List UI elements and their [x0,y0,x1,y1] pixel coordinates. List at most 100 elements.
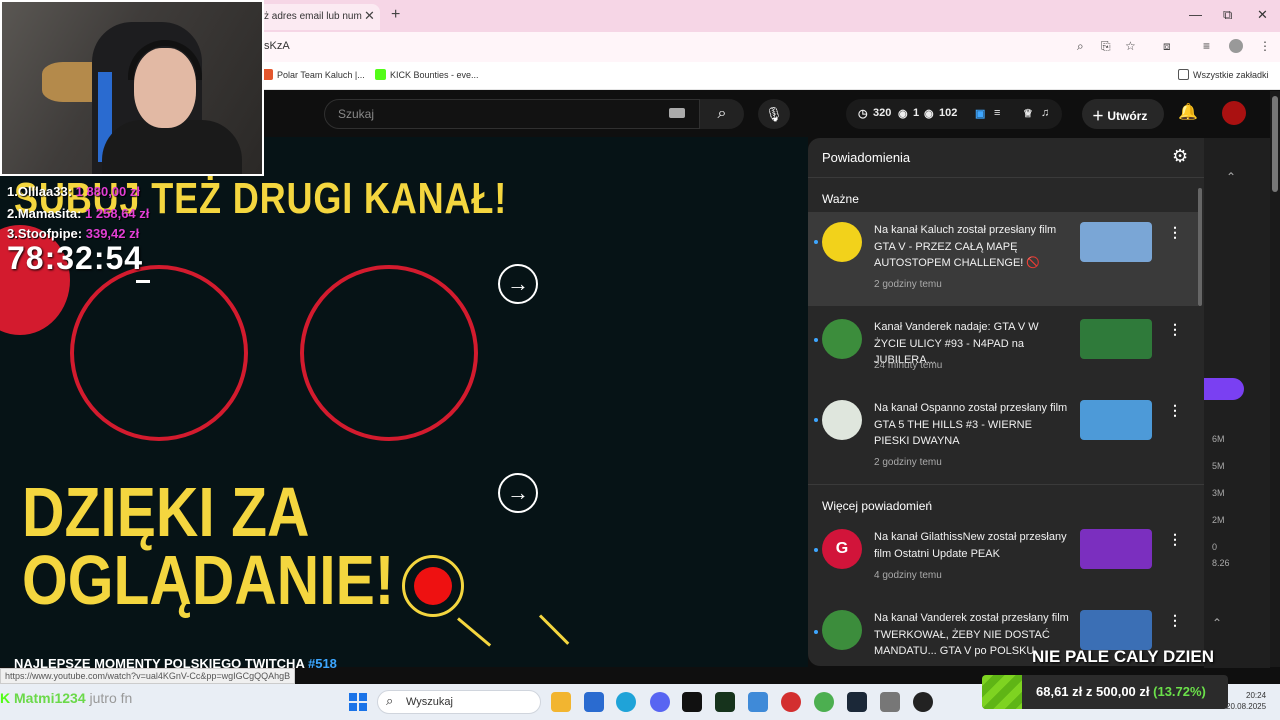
taskbar-clock[interactable]: 20:24 20.08.2025 [1226,690,1266,712]
notification-thumbnail[interactable] [1080,319,1152,359]
steam-icon[interactable] [847,692,867,712]
channel-avatar-ospanno[interactable] [822,400,862,440]
star-icon[interactable]: ☆ [1125,39,1136,53]
search-placeholder: Szukaj [338,107,375,121]
extensions-icon[interactable]: ⧈ [1163,39,1171,54]
taskbar-search[interactable]: Wyszukaj [377,690,541,714]
chevron-up-icon[interactable]: ⌃ [1212,616,1222,630]
studio-side-panel [1204,138,1270,668]
axis-label: 5M [1212,461,1225,471]
caption-number: #518 [307,656,337,671]
channel-avatar-gilathiss[interactable]: G [822,529,862,569]
notification-thumbnail[interactable] [1080,222,1152,262]
live-count: 1 [913,107,920,119]
top-donor-3: 3.Stoofpipe: 339,42 zł [7,226,139,241]
minimize-icon[interactable]: — [1189,7,1202,22]
donation-goal: 500,00 zł [1096,684,1150,699]
thanks-line-1: DZIĘKI ZA [22,473,310,551]
channel-avatar-vanderek[interactable] [822,319,862,359]
search-input[interactable] [324,99,700,129]
donor-name: 3.Stoofpipe: [7,226,83,241]
close-window-icon[interactable]: ✕ [1257,7,1268,23]
kick-favicon-icon [375,69,386,80]
notification-text[interactable]: Na kanał Kaluch został przesłany film GT… [874,222,1070,272]
donor-name: 2.Mamasita: [7,206,82,221]
notification-time: 2 godziny temu [874,457,942,468]
app-icon[interactable] [715,692,735,712]
stream-overlay-text: NIE PALE CALY DZIEN [1032,647,1214,666]
app-icon[interactable] [781,692,801,712]
new-tab-icon[interactable]: + [391,6,400,24]
notification-text[interactable]: Na kanał Ospanno został przesłany film G… [874,400,1070,450]
axis-label: 3M [1212,488,1225,498]
voice-search-button[interactable]: 🎙 [758,99,790,129]
photos-icon[interactable] [748,692,768,712]
donor-name: 1.Olllaa33: [7,184,73,199]
tab-close-icon[interactable]: ✕ [364,8,375,24]
page-scrollbar-thumb[interactable] [1272,96,1278,192]
url-field[interactable]: sKzA [264,40,290,52]
small-bell-icon[interactable]: ♫ [1041,107,1049,119]
search-button[interactable]: ⌕ [700,99,744,129]
create-button[interactable]: ＋ Utwórz [1082,99,1164,129]
purple-pill-button[interactable] [1204,378,1244,400]
more-options-icon[interactable]: ⋮ [1168,321,1182,338]
obs-icon[interactable] [913,692,933,712]
profile-icon[interactable] [1229,39,1243,53]
more-options-icon[interactable]: ⋮ [1168,531,1182,548]
menu-dots-icon[interactable]: ⋮ [1259,39,1271,53]
bookmark-polar-team[interactable]: Polar Team Kaluch |... [262,69,365,80]
divider [808,177,1204,178]
notification-thumbnail[interactable] [1080,400,1152,440]
arrow-right-icon[interactable]: → [498,473,538,513]
maximize-icon[interactable]: ⧉ [1223,7,1232,23]
top-donor-1: 1.Olllaa33: 1 880,00 zł [7,184,140,199]
divider [808,484,1204,485]
arrow-right-icon[interactable]: → [498,264,538,304]
account-avatar[interactable] [1222,101,1246,125]
notifications-scrollbar[interactable] [1198,188,1202,306]
chat-message: jutro fn [89,690,133,706]
more-options-icon[interactable]: ⋮ [1168,612,1182,629]
settings-gear-icon[interactable]: ⚙ [1172,146,1188,167]
install-icon[interactable]: ⎘ [1101,39,1111,54]
windows-start-icon[interactable] [349,693,367,711]
all-bookmarks[interactable]: Wszystkie zakładki [1178,69,1269,80]
file-explorer-icon[interactable] [551,692,571,712]
channel-avatar-vanderek[interactable] [822,610,862,650]
ext-icon[interactable]: ▣ [975,107,985,120]
unread-dot [814,240,818,244]
end-screen-video-slot[interactable] [70,265,248,441]
notification-thumbnail[interactable] [1080,610,1152,650]
eye-icon: ◉ [898,108,908,120]
reading-list-icon[interactable]: ≡ [1203,39,1210,53]
trophy-icon[interactable]: ♕ [1023,107,1033,120]
search-icon: ⌕ [717,105,727,122]
browser-tab[interactable]: ż adres email lub num [258,4,380,30]
zoom-icon[interactable]: ⌕ [1077,39,1084,54]
webcam-overlay [0,0,264,176]
list-icon[interactable]: ≡ [994,107,1000,119]
bookmark-kick-bounties[interactable]: KICK Bounties - eve... [375,69,479,80]
end-screen-video-slot[interactable] [300,265,478,441]
chevron-up-icon[interactable]: ⌃ [1226,170,1236,184]
settings-icon[interactable] [880,692,900,712]
tiktok-icon[interactable] [682,692,702,712]
subs-count: 320 [873,107,892,119]
more-options-icon[interactable]: ⋮ [1168,402,1182,419]
store-icon[interactable] [584,692,604,712]
keyboard-icon[interactable] [669,108,685,118]
chrome-icon[interactable] [814,692,834,712]
unread-dot [814,630,818,634]
discord-icon[interactable] [650,692,670,712]
important-section-title: Ważne [822,192,859,206]
bookmark-label: Polar Team Kaluch |... [277,70,365,80]
edge-icon[interactable] [616,692,636,712]
notifications-bell-icon[interactable]: 🔔 [1178,102,1198,122]
notification-text[interactable]: Na kanał GilathissNew został przesłany f… [874,529,1070,562]
stream-chat-line: K Matmi1234 jutro fn [0,690,132,706]
screen: ż adres email lub num ✕ + — ⧉ ✕ sKzA ⌕ ⎘… [0,0,1280,720]
more-options-icon[interactable]: ⋮ [1168,224,1182,241]
channel-avatar-kaluch[interactable] [822,222,862,262]
notification-thumbnail[interactable] [1080,529,1152,569]
